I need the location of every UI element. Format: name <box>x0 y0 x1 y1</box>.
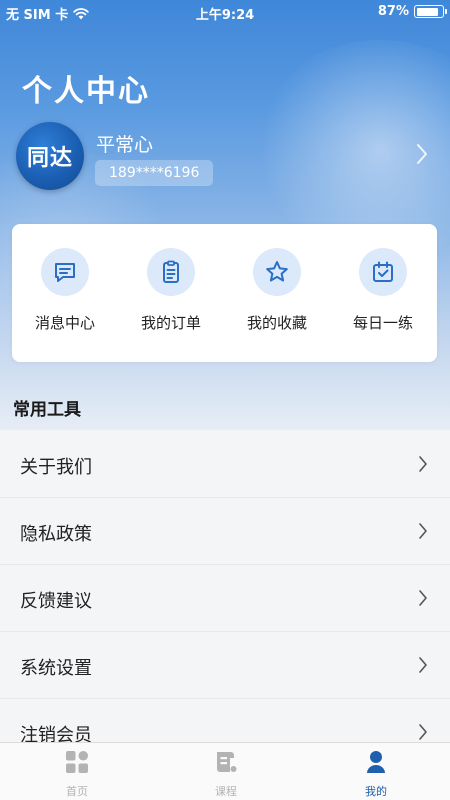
chevron-right-icon <box>419 456 427 472</box>
tab-label: 我的 <box>365 785 387 798</box>
calendar-check-icon <box>359 248 407 296</box>
tab-label: 首页 <box>66 785 88 798</box>
list-item-label: 隐私政策 <box>20 524 92 545</box>
chevron-right-icon <box>419 523 427 539</box>
user-name: 平常心 <box>96 134 154 156</box>
quick-action-label: 消息中心 <box>34 314 95 332</box>
section-title: 常用工具 <box>13 400 81 420</box>
quick-actions-card: 消息中心 我的订单 我的收藏 每日一练 <box>12 224 437 362</box>
chevron-right-icon <box>419 724 427 740</box>
chevron-right-icon <box>419 657 427 673</box>
quick-action-daily-practice[interactable]: 每日一练 <box>330 248 436 333</box>
tab-mine[interactable]: 我的 <box>326 748 426 799</box>
battery-fill <box>416 7 439 16</box>
status-bar: 无 SIM 卡 上午9:24 87% <box>0 0 450 24</box>
battery-percent: 87% <box>377 4 409 19</box>
quick-action-favorites[interactable]: 我的收藏 <box>224 248 330 333</box>
course-icon <box>217 752 237 772</box>
battery-icon <box>414 5 447 18</box>
page-title: 个人中心 <box>22 74 150 109</box>
list-item-privacy-policy[interactable]: 隐私政策 <box>0 498 450 565</box>
list-item-about-us[interactable]: 关于我们 <box>0 431 450 498</box>
message-icon <box>41 248 89 296</box>
tab-courses[interactable]: 课程 <box>176 748 276 799</box>
list-item-feedback[interactable]: 反馈建议 <box>0 565 450 632</box>
avatar[interactable]: 同达 <box>16 122 84 190</box>
quick-action-messages[interactable]: 消息中心 <box>12 248 118 333</box>
quick-action-label: 每日一练 <box>352 314 413 332</box>
battery-info: 87% <box>377 4 447 19</box>
tab-label: 课程 <box>215 785 237 798</box>
list-item-label: 关于我们 <box>20 457 92 478</box>
list-item-label: 系统设置 <box>20 658 92 679</box>
person-icon <box>367 751 385 773</box>
star-icon <box>253 248 301 296</box>
tools-list: 关于我们 隐私政策 反馈建议 系统设置 注销会员 <box>0 431 450 766</box>
quick-action-label: 我的订单 <box>140 314 201 332</box>
list-item-label: 反馈建议 <box>20 591 92 612</box>
chevron-right-icon <box>419 590 427 606</box>
home-grid-icon <box>66 751 88 773</box>
profile-row[interactable]: 同达 平常心 189****6196 <box>16 122 436 192</box>
header-background <box>0 0 450 430</box>
tab-bar: 首页 课程 我的 <box>0 742 450 800</box>
order-icon <box>147 248 195 296</box>
quick-action-orders[interactable]: 我的订单 <box>118 248 224 333</box>
chevron-right-icon[interactable] <box>414 142 430 166</box>
quick-action-label: 我的收藏 <box>246 314 307 332</box>
list-item-system-settings[interactable]: 系统设置 <box>0 632 450 699</box>
tab-home[interactable]: 首页 <box>27 748 127 799</box>
phone-badge: 189****6196 <box>95 160 214 186</box>
